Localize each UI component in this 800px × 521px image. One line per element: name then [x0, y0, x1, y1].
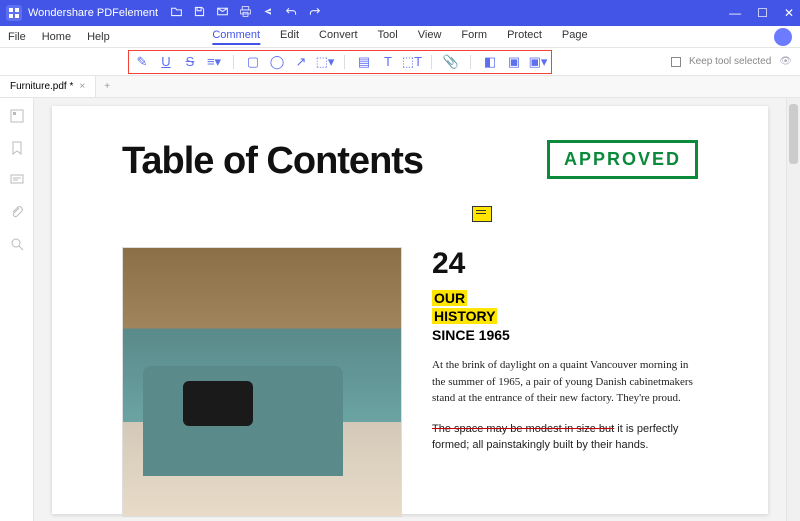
document-tab[interactable]: Furniture.pdf * × [0, 76, 96, 97]
rectangle-icon[interactable]: ▢ [246, 55, 260, 69]
shape-select-icon[interactable]: ⬚▾ [318, 55, 332, 69]
menu-home[interactable]: Home [42, 31, 71, 43]
attachments-icon[interactable] [9, 204, 25, 220]
menu-edit[interactable]: Edit [280, 29, 299, 45]
note-icon[interactable]: ▤ [357, 55, 371, 69]
oval-icon[interactable]: ◯ [270, 55, 284, 69]
share-icon[interactable] [262, 5, 275, 21]
stamp-dropdown-icon[interactable]: ▣▾ [531, 55, 545, 69]
scroll-thumb[interactable] [789, 104, 798, 164]
menu-help[interactable]: Help [87, 31, 110, 43]
paragraph-1: At the brink of daylight on a quaint Van… [432, 357, 698, 407]
paragraph-2: The space may be modest in size but it i… [432, 421, 698, 454]
bookmark-icon[interactable] [9, 140, 25, 156]
menu-view[interactable]: View [418, 29, 442, 45]
highlight-icon[interactable]: ✎ [135, 55, 149, 69]
vertical-scrollbar[interactable] [786, 98, 800, 521]
text-column: 24 OUR HISTORY SINCE 1965 At the brink o… [432, 247, 698, 517]
since-text: SINCE 1965 [432, 327, 698, 343]
save-icon[interactable] [193, 5, 206, 21]
app-logo-icon [6, 5, 22, 21]
maximize-icon[interactable]: ☐ [757, 6, 768, 20]
approved-stamp[interactable]: APPROVED [547, 140, 698, 179]
print-icon[interactable] [239, 5, 252, 21]
callout-icon[interactable]: ⬚T [405, 55, 419, 69]
document-tabbar: Furniture.pdf * × + [0, 76, 800, 98]
comment-toolbar: ✎ U S ≡▾ ▢ ◯ ↗ ⬚▾ ▤ T ⬚T 📎 ◧ ▣ ▣▾ Keep t… [0, 48, 800, 76]
menu-form[interactable]: Form [461, 29, 487, 45]
keep-tool-checkbox[interactable] [671, 57, 681, 67]
search-icon[interactable] [9, 236, 25, 252]
toolbar-highlighted-group: ✎ U S ≡▾ ▢ ◯ ↗ ⬚▾ ▤ T ⬚T 📎 ◧ ▣ ▣▾ [128, 50, 552, 74]
menu-convert[interactable]: Convert [319, 29, 358, 45]
page-number: 24 [432, 247, 698, 281]
menu-file[interactable]: File [8, 31, 26, 43]
underline-icon[interactable]: U [159, 55, 173, 69]
heading-our-history: OUR HISTORY [432, 289, 698, 325]
redo-icon[interactable] [308, 5, 321, 21]
tab-label: Furniture.pdf * [10, 81, 73, 92]
attachment-icon[interactable]: 📎 [444, 55, 458, 69]
stamp-icon[interactable]: ▣ [507, 55, 521, 69]
sticky-note-annotation[interactable] [472, 206, 492, 222]
menu-tool[interactable]: Tool [378, 29, 398, 45]
mail-icon[interactable] [216, 5, 229, 21]
titlebar: Wondershare PDFelement — ☐ ✕ [0, 0, 800, 26]
undo-icon[interactable] [285, 5, 298, 21]
furniture-image [122, 247, 402, 517]
keep-tool-label: Keep tool selected [689, 56, 771, 67]
arrow-icon[interactable]: ↗ [294, 55, 308, 69]
minimize-icon[interactable]: — [729, 6, 741, 20]
highlight-our[interactable]: OUR [432, 290, 467, 306]
text-icon[interactable]: T [381, 55, 395, 69]
left-sidebar [0, 98, 34, 521]
document-canvas[interactable]: Table of Contents APPROVED 24 OUR HISTOR… [34, 98, 786, 521]
tab-add-icon[interactable]: + [96, 81, 118, 92]
list-icon[interactable]: ≡▾ [207, 55, 221, 69]
menu-page[interactable]: Page [562, 29, 588, 45]
pdf-page: Table of Contents APPROVED 24 OUR HISTOR… [52, 106, 768, 514]
menu-comment[interactable]: Comment [212, 29, 260, 45]
tab-close-icon[interactable]: × [79, 81, 85, 92]
menu-protect[interactable]: Protect [507, 29, 542, 45]
app-title: Wondershare PDFelement [28, 7, 158, 19]
eraser-icon[interactable]: ◧ [483, 55, 497, 69]
user-avatar[interactable] [774, 28, 792, 46]
strikethrough-icon[interactable]: S [183, 55, 197, 69]
thumbnails-icon[interactable] [9, 108, 25, 124]
menubar: File Home Help Comment Edit Convert Tool… [0, 26, 800, 48]
highlight-history[interactable]: HISTORY [432, 308, 497, 324]
visibility-icon[interactable]: 👁 [779, 56, 792, 67]
comments-icon[interactable] [9, 172, 25, 188]
close-icon[interactable]: ✕ [784, 6, 794, 20]
open-icon[interactable] [170, 5, 183, 21]
window-controls: — ☐ ✕ [729, 6, 794, 20]
quick-access-toolbar [170, 5, 321, 21]
strikethrough-text[interactable]: The space may be modest in size but [432, 423, 614, 435]
workspace: Table of Contents APPROVED 24 OUR HISTOR… [0, 98, 800, 521]
